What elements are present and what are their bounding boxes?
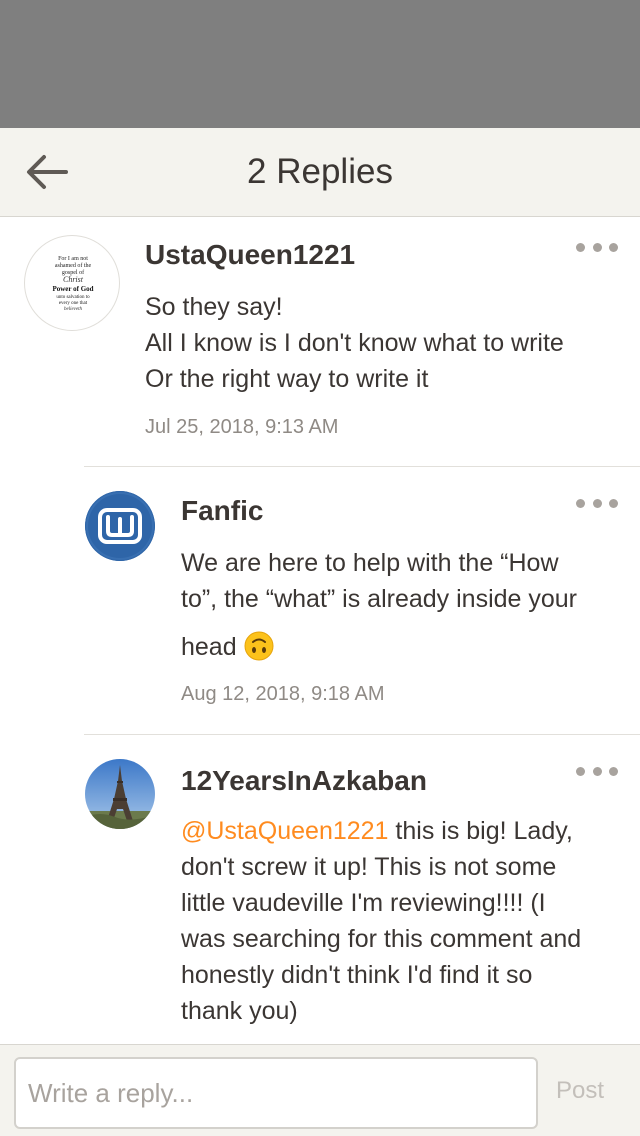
dot [592,766,602,776]
avatar[interactable]: For I am not ashamed of the gospel of Ch… [24,235,120,331]
comment-text: @UstaQueen1221 this is big! Lady, don't … [181,817,582,1025]
more-options-button[interactable] [576,493,618,513]
reply-input[interactable] [14,1057,538,1129]
svg-text:Christ: Christ [63,275,84,284]
svg-text:every one that: every one that [59,301,88,306]
reply-bar: Post [0,1044,640,1136]
dot [576,766,585,776]
dot [609,766,618,776]
svg-text:Power of God: Power of God [52,285,93,293]
comment-reply: 12YearsInAzkaban @UstaQueen1221 this is … [0,735,640,1044]
scripture-avatar-image: For I am not ashamed of the gospel of Ch… [52,256,93,312]
dot [576,242,585,252]
dot [609,498,618,508]
username[interactable]: UstaQueen1221 [145,239,355,271]
comment-text: We are here to help with the “How to”, t… [181,549,578,661]
wattpad-logo-icon [85,491,155,561]
mention-link[interactable]: @UstaQueen1221 [181,817,388,845]
svg-text:believeth: believeth [64,307,83,312]
more-options-button[interactable] [576,761,618,781]
page-title: 2 Replies [247,152,393,191]
eiffel-tower-avatar-image [85,759,155,829]
svg-text:For I am not: For I am not [58,256,88,262]
more-options-button[interactable] [576,237,618,257]
comment-text: So they say! All I know is I don't know … [145,293,564,393]
dot [576,498,585,508]
status-bar-area [0,0,640,128]
header: 2 Replies [0,128,640,217]
post-button[interactable]: Post [556,1077,604,1105]
avatar[interactable] [85,759,155,829]
username[interactable]: 12YearsInAzkaban [181,765,427,797]
timestamp: Aug 12, 2018, 9:18 AM [181,683,385,705]
upside-down-face-emoji-icon [244,631,274,661]
timestamp: Jul 25, 2018, 9:13 AM [145,416,339,438]
dot [592,498,602,508]
svg-text:ashamed of the: ashamed of the [55,262,92,269]
avatar[interactable] [85,491,155,561]
username[interactable]: Fanfic [181,495,263,527]
comment-main: For I am not ashamed of the gospel of Ch… [0,217,640,467]
dot [592,242,602,252]
comment-reply: Fanfic We are here to help with the “How… [0,467,640,735]
dot [609,242,618,252]
svg-text:unto salvation to: unto salvation to [56,295,90,300]
